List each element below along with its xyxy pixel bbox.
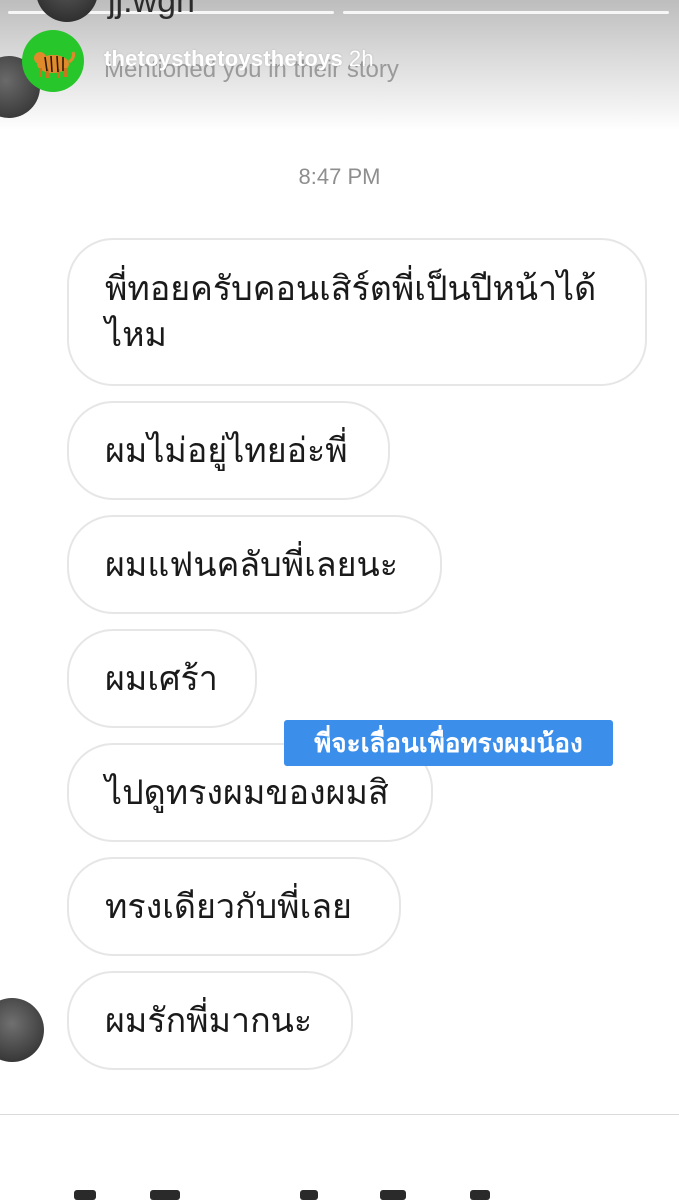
message-bubble[interactable]: พี่ทอยครับคอนเสิร์ตพี่เป็นปีหน้าได้ไหม xyxy=(67,238,647,386)
message-text: ผมไม่อยู่ไทยอ่ะพี่ xyxy=(105,430,348,471)
chat-timestamp: 8:47 PM xyxy=(298,164,381,189)
story-time: 2h xyxy=(348,46,374,71)
story-progress-bar xyxy=(343,11,669,14)
story-avatar[interactable] xyxy=(22,30,84,92)
sender-avatar[interactable] xyxy=(0,998,44,1062)
message-text: ไปดูทรงผมของผมสิ xyxy=(105,772,389,813)
message-text: ทรงเดียวกับพี่เลย xyxy=(105,886,352,927)
background-avatar xyxy=(36,0,98,22)
tiger-avatar-icon xyxy=(28,36,78,86)
composer-divider xyxy=(0,1114,679,1115)
message-text: ผมแฟนคลับพี่เลยนะ xyxy=(105,544,399,585)
background-username: jj.wgn xyxy=(108,0,195,20)
message-bubble[interactable]: ผมรักพี่มากนะ xyxy=(67,971,353,1070)
story-header: jj.wgn Mentioned you in their story thet… xyxy=(0,0,679,130)
message-text: ผมเศร้า xyxy=(105,658,218,699)
composer-area-cropped xyxy=(0,1182,679,1200)
story-username[interactable]: thetoysthetoysthetoys 2h xyxy=(104,46,374,72)
story-username-text[interactable]: thetoysthetoysthetoys xyxy=(104,46,343,71)
message-bubble[interactable]: ผมแฟนคลับพี่เลยนะ xyxy=(67,515,442,614)
message-text: พี่ทอยครับคอนเสิร์ตพี่เป็นปีหน้าได้ไหม xyxy=(105,269,597,355)
message-text: ผมรักพี่มากนะ xyxy=(105,1000,313,1041)
story-text-sticker: พี่จะเลื่อนเพื่อทรงผมน้อง xyxy=(284,720,613,766)
message-bubble[interactable]: ผมเศร้า xyxy=(67,629,257,728)
message-bubble[interactable]: ผมไม่อยู่ไทยอ่ะพี่ xyxy=(67,401,390,500)
message-bubble[interactable]: ทรงเดียวกับพี่เลย xyxy=(67,857,401,956)
